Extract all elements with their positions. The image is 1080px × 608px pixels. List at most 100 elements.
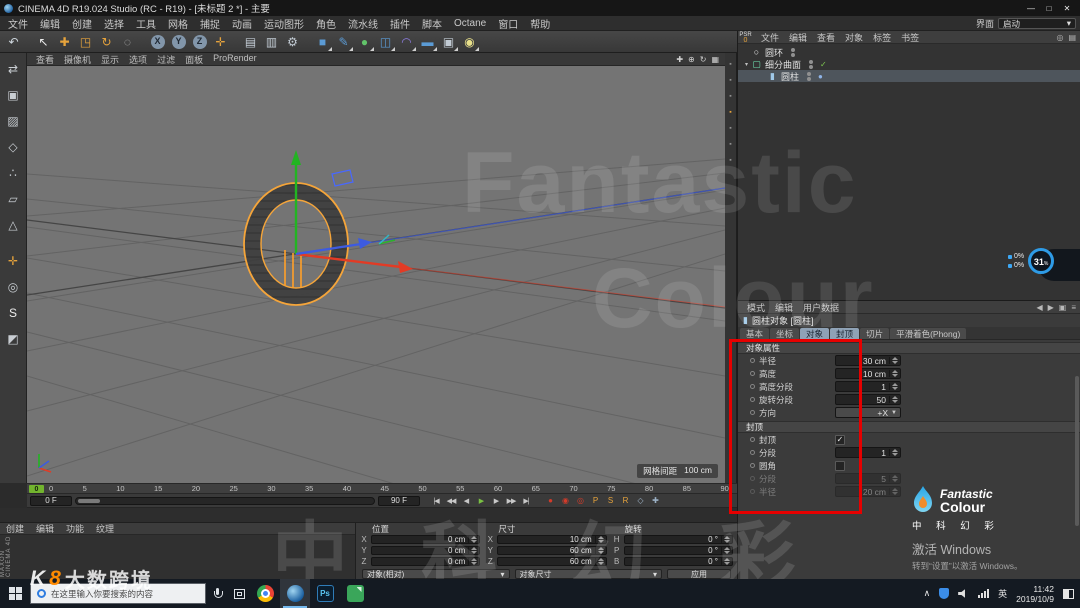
palette-icon[interactable]: ▪ — [729, 157, 731, 164]
menu-item[interactable]: 创建 — [66, 16, 98, 31]
spinner[interactable] — [594, 536, 606, 543]
attribute-tab[interactable]: 对象 — [800, 328, 830, 339]
spinner[interactable] — [889, 449, 900, 456]
keyframe-dot[interactable] — [750, 437, 755, 442]
clock[interactable]: 11:42 2019/10/9 — [1016, 584, 1054, 604]
attribute-menu-item[interactable]: 用户数据 — [798, 301, 844, 314]
attribute-tab[interactable]: 坐标 — [770, 328, 800, 339]
palette-icon[interactable]: ▪ — [729, 93, 731, 100]
zoom-view-icon[interactable]: ⊕ — [688, 55, 695, 64]
array-icon[interactable]: ◫ — [375, 31, 396, 52]
spinner[interactable] — [720, 558, 732, 565]
maximize-button[interactable]: □ — [1040, 4, 1058, 13]
spinner[interactable] — [468, 558, 479, 565]
search-input[interactable]: 在这里输入你要搜索的内容 — [30, 583, 206, 604]
coordinate-field[interactable]: 0 ° — [623, 546, 733, 555]
value-field[interactable]: 5 — [835, 473, 901, 484]
z-axis-lock-icon[interactable]: Z — [189, 31, 210, 52]
viewport-canvas[interactable]: 网格间距 100 cm — [27, 66, 725, 483]
menu-item[interactable]: 插件 — [384, 16, 416, 31]
menu-item[interactable]: 工具 — [130, 16, 162, 31]
record-position-toggle[interactable]: P — [589, 495, 602, 506]
spinner[interactable] — [889, 396, 900, 403]
render-view-icon[interactable]: ▤ — [240, 31, 261, 52]
light-icon[interactable]: ◉ — [459, 31, 480, 52]
minimize-button[interactable]: — — [1022, 4, 1040, 13]
texture-mode-icon[interactable]: ▨ — [4, 111, 23, 130]
visibility-dots[interactable] — [791, 47, 796, 57]
pan-view-icon[interactable]: ✚ — [676, 55, 683, 64]
timeline-playhead[interactable]: 0 — [29, 485, 44, 493]
history-back-icon[interactable]: ◀ — [1036, 303, 1042, 312]
spinner[interactable] — [889, 475, 900, 482]
om-search-icon[interactable]: ◎ — [1056, 33, 1063, 42]
value-field[interactable]: 10 cm — [835, 368, 901, 379]
model-mode-icon[interactable]: ▣ — [4, 85, 23, 104]
palette-icon[interactable]: ▪ — [729, 77, 731, 84]
spinner[interactable] — [889, 357, 900, 364]
tray-chevron-icon[interactable]: ∧ — [924, 588, 931, 599]
menu-item[interactable]: 动画 — [226, 16, 258, 31]
coordinate-mode-select[interactable]: 对象(相对) ▾ — [362, 569, 510, 579]
scale-tool-icon[interactable]: ◳ — [75, 31, 96, 52]
record-scale-toggle[interactable]: S — [604, 495, 617, 506]
size-mode-select[interactable]: 对象尺寸 ▾ — [514, 569, 662, 579]
object-manager-menu-item[interactable]: 标签 — [868, 31, 896, 44]
checkbox[interactable]: ✓ — [835, 460, 845, 471]
keyframe-dot[interactable] — [750, 358, 755, 363]
dropdown-arrow[interactable]: ▼ — [891, 410, 900, 416]
layout-select[interactable]: 启动 ▾ — [998, 18, 1076, 29]
viewport-menu-item[interactable]: 显示 — [96, 53, 124, 66]
attribute-tab[interactable]: 基本 — [740, 328, 770, 339]
spinner[interactable] — [720, 536, 732, 543]
rotate-tool-icon[interactable]: ↻ — [96, 31, 117, 52]
points-mode-icon[interactable]: ∴ — [4, 163, 23, 182]
keyframe-dot[interactable] — [750, 384, 755, 389]
current-frame-field[interactable]: 0 F — [30, 495, 72, 506]
chrome-icon[interactable] — [250, 579, 280, 608]
keyframe-dot[interactable] — [750, 397, 755, 402]
render-settings-icon[interactable]: ⚙ — [282, 31, 303, 52]
spinner[interactable] — [594, 558, 606, 565]
viewport-menu-item[interactable]: 查看 — [31, 53, 59, 66]
primitive-cube-icon[interactable]: ■ — [312, 31, 333, 52]
keyframe-dot[interactable] — [750, 489, 755, 494]
value-field[interactable]: +X ▼ — [835, 407, 901, 418]
spinner[interactable] — [889, 488, 900, 495]
last-tool-icon[interactable]: ◌ — [117, 31, 138, 52]
viewport-menu-item[interactable]: 过滤 — [152, 53, 180, 66]
spinner[interactable] — [468, 547, 479, 554]
network-icon[interactable] — [978, 589, 990, 598]
defender-shield-icon[interactable] — [939, 588, 950, 599]
attribute-tab[interactable]: 切片 — [860, 328, 890, 339]
coordinate-field[interactable]: 0 cm — [371, 535, 481, 544]
material-menu-item[interactable]: 纹理 — [90, 522, 120, 535]
palette-icon[interactable]: ▪ — [729, 109, 731, 116]
next-key-button[interactable]: ▶▶ — [504, 495, 518, 506]
viewport-menu-item[interactable]: ProRender — [208, 53, 262, 66]
panel-menu-icon[interactable]: ≡ — [1071, 303, 1076, 312]
spinner[interactable] — [720, 547, 732, 554]
material-menu-item[interactable]: 编辑 — [30, 522, 60, 535]
object-manager-menu-item[interactable]: 对象 — [840, 31, 868, 44]
keyframe-dot[interactable] — [750, 476, 755, 481]
palette-icon[interactable]: ▪ — [729, 61, 731, 68]
coordinate-field[interactable]: 0 ° — [623, 535, 733, 544]
coordinate-field[interactable]: 60 cm — [497, 546, 607, 555]
volume-icon[interactable] — [958, 589, 965, 598]
menu-item[interactable]: 编辑 — [34, 16, 66, 31]
x-axis-lock-icon[interactable]: X — [147, 31, 168, 52]
record-rotation-toggle[interactable]: R — [619, 495, 632, 506]
enable-axis-icon[interactable]: ✛ — [4, 251, 23, 270]
goto-start-button[interactable]: |◀ — [429, 495, 443, 506]
coordinate-field[interactable]: 0 ° — [623, 557, 733, 566]
object-tag[interactable]: ● — [818, 72, 823, 81]
slider-handle[interactable] — [78, 498, 100, 503]
palette-icon[interactable]: ▪ — [729, 125, 731, 132]
history-forward-icon[interactable]: ▶ — [1048, 303, 1054, 312]
workplane-mode-icon[interactable]: ◇ — [4, 137, 23, 156]
value-field[interactable]: 50 — [835, 394, 901, 405]
viewport-menu-item[interactable]: 面板 — [180, 53, 208, 66]
keyframe-selection-button[interactable]: ◎ — [574, 495, 587, 506]
checkbox[interactable]: ✓ — [835, 434, 845, 445]
